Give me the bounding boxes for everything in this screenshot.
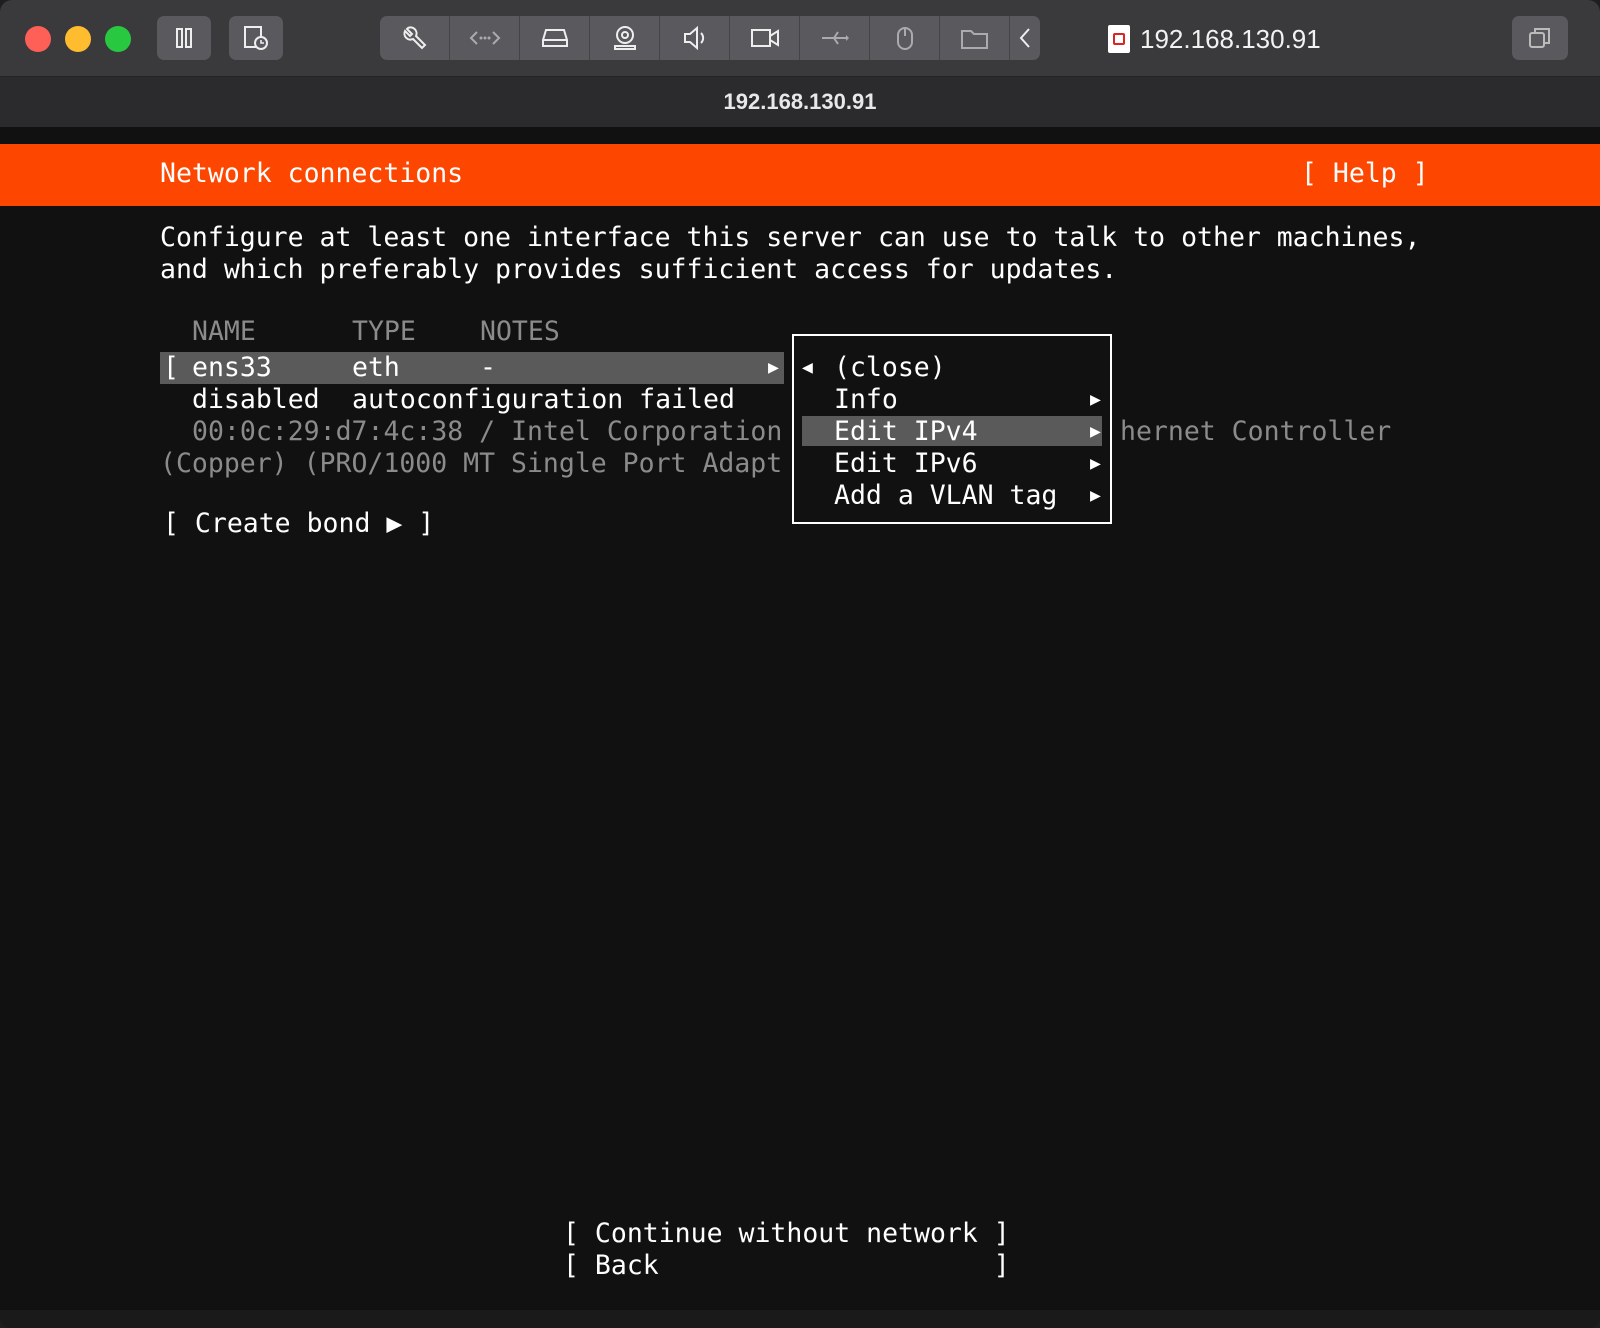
page-title: Network connections (160, 158, 464, 189)
usb-icon (821, 31, 849, 45)
close-window-button[interactable] (25, 26, 51, 52)
shared-folders-button[interactable] (940, 16, 1010, 60)
video-button[interactable] (730, 16, 800, 60)
menu-item-close[interactable]: (close) (834, 352, 946, 384)
wrench-icon (402, 26, 426, 50)
vmware-window: 192.168.130.91 192.168.130.91 Network co… (0, 0, 1600, 1328)
help-button[interactable]: [ Help ] (1301, 158, 1429, 190)
hard-disk-button[interactable] (520, 16, 590, 60)
window-title: 192.168.130.91 (0, 77, 1600, 127)
interface-arrow-icon: ▶ (768, 357, 779, 378)
maximize-window-button[interactable] (105, 26, 131, 52)
camera-button[interactable] (590, 16, 660, 60)
folder-share-icon (960, 30, 988, 49)
create-bond-button[interactable]: [ Create bond ▶ ] (163, 508, 434, 540)
mouse-button[interactable] (870, 16, 940, 60)
menu-item-edit-ipv4[interactable]: Edit IPv4 (834, 416, 978, 448)
column-type-header: TYPE (352, 316, 416, 347)
menu-item-add-vlan[interactable]: Add a VLAN tag (834, 480, 1057, 512)
hard-disk-icon (541, 29, 568, 47)
interface-name: ens33 (192, 352, 272, 383)
window-restore-button[interactable] (1512, 16, 1568, 60)
pause-button[interactable] (157, 16, 211, 60)
edit-ipv6-arrow-icon: ▶ (1090, 453, 1101, 474)
add-vlan-arrow-icon: ▶ (1090, 485, 1101, 506)
interface-hw-line-1-tail: hernet Controller (1120, 416, 1392, 447)
network-button[interactable] (450, 16, 520, 60)
column-name-header: NAME (192, 316, 256, 347)
pause-icon (176, 28, 192, 48)
vm-toolbar: 192.168.130.91 (0, 0, 1600, 77)
device-toolbar (380, 16, 1040, 60)
description-line-1: Configure at least one interface this se… (160, 222, 1421, 253)
vm-document-icon (1108, 25, 1130, 53)
chevron-left-icon (1019, 28, 1030, 48)
interface-action-menu: ◀ (close) Info ▶ Edit IPv4 ▶ Edit IPv6 ▶… (792, 334, 1112, 524)
interface-hw-line-2: (Copper) (PRO/1000 MT Single Port Adapt (160, 448, 783, 479)
close-arrow-icon: ◀ (802, 357, 813, 378)
camera-icon (613, 26, 636, 50)
video-camera-icon (750, 29, 779, 47)
interface-notes: - (480, 352, 496, 383)
host-address: 192.168.130.91 (1140, 23, 1321, 54)
minimize-window-button[interactable] (65, 26, 91, 52)
continue-without-network-button[interactable]: [ Continue without network ] (563, 1218, 1010, 1250)
menu-item-info[interactable]: Info (834, 384, 898, 416)
info-arrow-icon: ▶ (1090, 389, 1101, 410)
sound-icon (683, 25, 704, 51)
window-restore-icon (1529, 28, 1550, 48)
description-line-2: and which preferably provides sufficient… (160, 254, 1118, 285)
collapse-toolbar-button[interactable] (1010, 16, 1040, 60)
menu-item-edit-ipv6[interactable]: Edit IPv6 (834, 448, 978, 480)
window-bottom-edge (0, 1310, 1600, 1328)
interface-status: disabled (192, 384, 320, 415)
interface-hw-line-1: 00:0c:29:d7:4c:38 / Intel Corporation (192, 416, 783, 447)
sound-button[interactable] (660, 16, 730, 60)
edit-ipv4-arrow-icon: ▶ (1090, 421, 1101, 442)
host-label: 192.168.130.91 (1108, 22, 1321, 56)
mouse-icon (896, 27, 913, 50)
row-bracket: [ (163, 352, 179, 383)
terminal-screen[interactable]: Network connections [ Help ] Configure a… (0, 128, 1600, 1308)
snapshot-icon (244, 26, 268, 50)
column-notes-header: NOTES (480, 316, 560, 347)
settings-button[interactable] (380, 16, 450, 60)
usb-button[interactable] (800, 16, 870, 60)
snapshot-button[interactable] (229, 16, 283, 60)
network-arrows-icon (469, 31, 500, 45)
interface-type: eth (352, 352, 400, 383)
interface-status-detail: autoconfiguration failed (352, 384, 735, 415)
back-button[interactable]: [ Back ] (563, 1250, 1010, 1282)
